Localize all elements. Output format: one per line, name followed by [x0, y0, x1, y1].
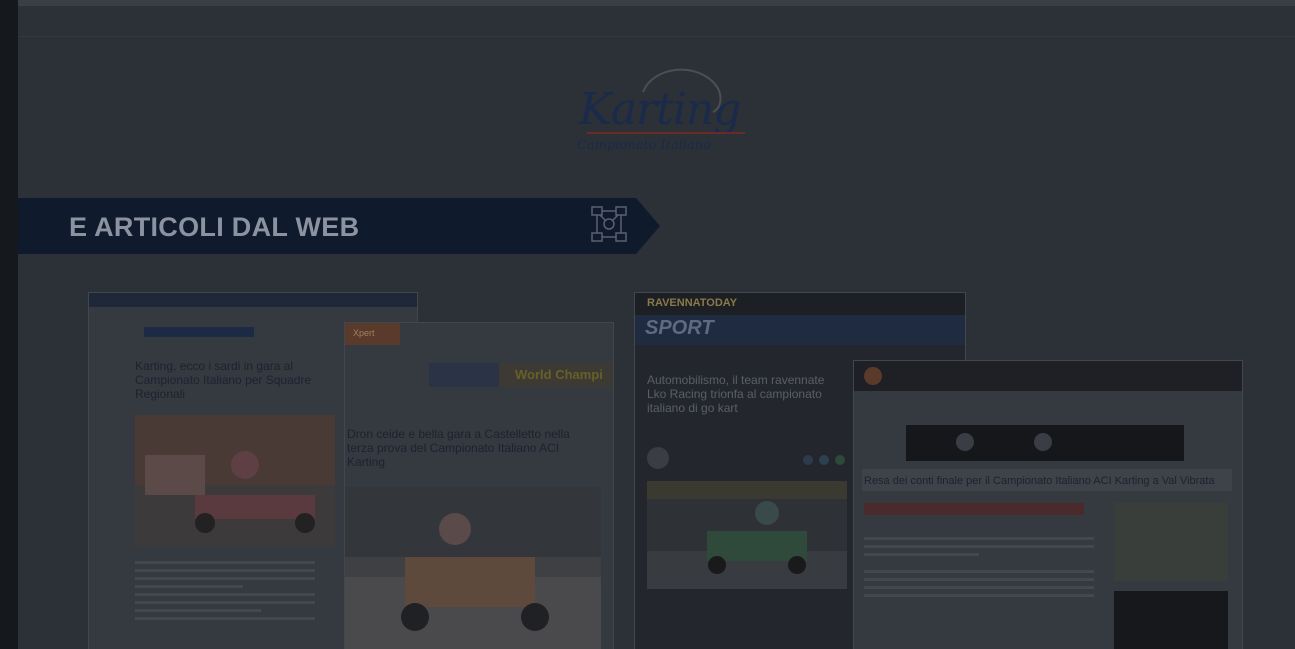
facebook-icon[interactable]	[803, 455, 813, 465]
whatsapp-icon[interactable]	[835, 455, 845, 465]
article-3-header: RAVENNATODAY	[635, 293, 965, 315]
article-2-title: Dron ceide e bella gara a Castelletto ne…	[347, 427, 570, 469]
article-4-header	[854, 361, 1242, 391]
article-3-photo	[647, 481, 847, 589]
logo-title: Karting	[579, 84, 741, 135]
article-1-title: Karting, ecco i sardi in gara al Campion…	[135, 359, 312, 401]
play-icon-2[interactable]	[1034, 433, 1052, 451]
article-4-photo	[1114, 503, 1228, 581]
site-logo-icon	[864, 367, 882, 385]
article-2-photo	[345, 487, 601, 649]
logo-subtitle: Campionato Italiano	[577, 138, 712, 153]
twitter-icon[interactable]	[819, 455, 829, 465]
header-divider	[18, 36, 1295, 37]
avatar	[647, 447, 669, 469]
article-1-header	[89, 293, 417, 307]
banner-title: E ARTICOLI DAL WEB	[69, 212, 360, 242]
left-side-strip	[0, 0, 18, 649]
article-4-tag-bar	[864, 503, 1084, 515]
kart-photo-icon	[135, 451, 335, 547]
article-2-brand: Xpert	[345, 323, 400, 345]
article-1-body	[135, 561, 315, 625]
article-1-tag	[144, 327, 254, 337]
article-4-video[interactable]	[906, 425, 1184, 461]
article-4-video-thumb[interactable]	[1114, 591, 1228, 649]
logo-underline	[587, 132, 745, 134]
article-card-2[interactable]: Xpert World Champi Dron ceide e bella ga…	[344, 322, 614, 649]
article-2-ad-banner: World Champi	[429, 363, 613, 387]
article-4-body	[864, 537, 1094, 602]
article-3-title: Automobilismo, il team ravennate Lko Rac…	[647, 373, 825, 415]
article-1-photo	[135, 415, 335, 547]
network-icon	[591, 206, 627, 242]
kart-race-photo-icon	[647, 481, 847, 589]
article-card-4[interactable]: Resa dei conti finale per il Campionato …	[853, 360, 1243, 649]
top-bar	[18, 0, 1295, 6]
play-icon[interactable]	[956, 433, 974, 451]
kart-driver-photo-icon	[345, 487, 601, 649]
karting-logo: Karting Campionato Italiano	[573, 62, 753, 162]
image-viewer: Karting Campionato Italiano E ARTICOLI D…	[18, 0, 1295, 649]
article-4-title: Resa dei conti finale per il Campionato …	[864, 475, 1215, 487]
article-3-sport-bar: SPORT	[635, 315, 965, 345]
